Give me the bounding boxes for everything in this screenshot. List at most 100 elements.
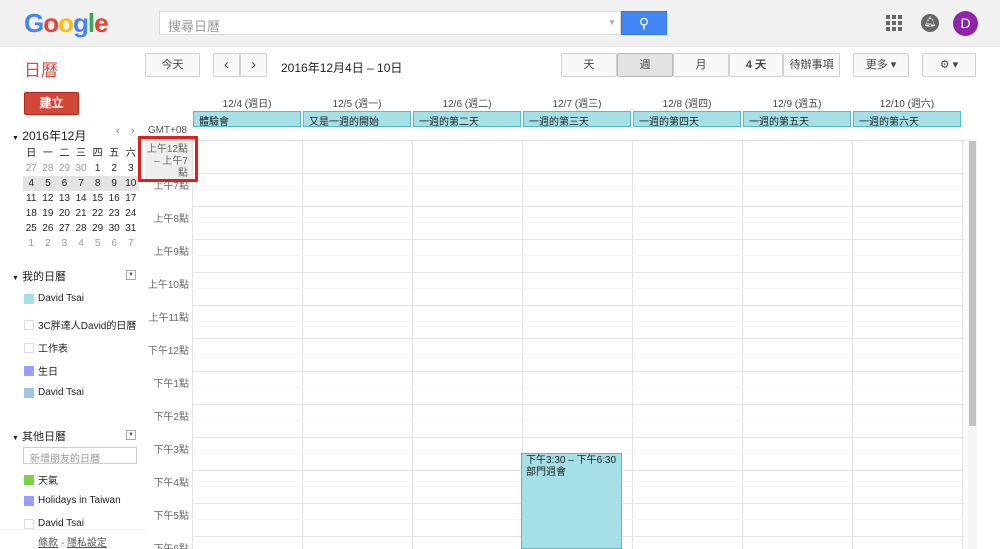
mini-day[interactable]: 26 xyxy=(40,221,57,236)
mini-day[interactable]: 7 xyxy=(122,236,139,251)
mini-day[interactable]: 5 xyxy=(40,176,57,191)
scrollbar-thumb[interactable] xyxy=(969,141,976,426)
mini-day[interactable]: 29 xyxy=(56,161,73,176)
mini-day[interactable]: 3 xyxy=(56,236,73,251)
other-calendars-header[interactable]: ▼ 其他日曆 xyxy=(12,428,66,444)
mini-day[interactable]: 11 xyxy=(23,191,40,206)
color-swatch-icon[interactable] xyxy=(24,387,34,398)
mini-day[interactable]: 3 xyxy=(122,161,139,176)
all-day-event[interactable]: 一週的第三天 xyxy=(523,111,631,128)
color-swatch-icon[interactable] xyxy=(24,495,34,506)
mini-day[interactable]: 30 xyxy=(106,221,123,236)
all-day-event[interactable]: 體驗會 xyxy=(193,111,301,128)
mini-day[interactable]: 9 xyxy=(106,176,123,191)
view-4days-button[interactable]: 4 天 xyxy=(729,53,783,77)
search-options-arrow-icon[interactable]: ▼ xyxy=(608,18,616,27)
all-day-event[interactable]: 一週的第四天 xyxy=(633,111,741,128)
mini-day[interactable]: 23 xyxy=(106,206,123,221)
mini-day[interactable]: 5 xyxy=(89,236,106,251)
more-button[interactable]: 更多 ▾ xyxy=(853,53,909,77)
mini-day[interactable]: 6 xyxy=(56,176,73,191)
day-header[interactable]: 12/4 (週日) xyxy=(192,95,302,110)
color-swatch-icon[interactable] xyxy=(24,342,34,353)
view-day-button[interactable]: 天 xyxy=(561,53,617,77)
mini-day[interactable]: 28 xyxy=(40,161,57,176)
mini-day[interactable]: 12 xyxy=(40,191,57,206)
color-swatch-icon[interactable] xyxy=(24,319,34,330)
mini-prev-icon[interactable]: ‹ xyxy=(116,125,120,137)
my-calendars-header[interactable]: ▼ 我的日曆 xyxy=(12,268,66,284)
dropdown-icon[interactable]: ▼ xyxy=(126,270,136,280)
event-department-meeting[interactable]: 下午3:30 – 下午6:30 部門週會 xyxy=(521,453,622,549)
google-logo[interactable]: Google xyxy=(24,8,109,39)
calendar-item[interactable]: David Tsai xyxy=(24,293,84,304)
day-header[interactable]: 12/5 (週一) xyxy=(302,95,412,110)
calendar-item[interactable]: 工作表 xyxy=(24,340,68,355)
next-week-button[interactable]: › xyxy=(240,53,267,77)
apps-grid-icon[interactable] xyxy=(886,15,902,31)
calendar-item[interactable]: Holidays in Taiwan xyxy=(24,495,121,506)
all-day-event[interactable]: 一週的第六天 xyxy=(853,111,961,128)
collapse-arrow-icon[interactable]: ▼ xyxy=(12,435,19,442)
mini-day[interactable]: 1 xyxy=(23,236,40,251)
day-header[interactable]: 12/8 (週四) xyxy=(632,95,742,110)
view-week-button[interactable]: 週 xyxy=(617,53,673,77)
color-swatch-icon[interactable] xyxy=(24,365,34,376)
mini-day[interactable]: 25 xyxy=(23,221,40,236)
dropdown-icon[interactable]: ▼ xyxy=(126,430,136,440)
mini-day[interactable]: 17 xyxy=(122,191,139,206)
mini-day[interactable]: 22 xyxy=(89,206,106,221)
mini-day[interactable]: 10 xyxy=(122,176,139,191)
all-day-event[interactable]: 又是一週的開始 xyxy=(303,111,411,128)
mini-day[interactable]: 2 xyxy=(106,161,123,176)
settings-gear-icon[interactable]: ⚙ ▾ xyxy=(922,53,976,77)
search-button[interactable]: ⚲ xyxy=(621,11,667,35)
today-button[interactable]: 今天 xyxy=(145,53,200,77)
add-friend-calendar-input[interactable]: 新增朋友的日曆 xyxy=(23,447,137,465)
collapse-arrow-icon[interactable]: ▼ xyxy=(12,275,19,282)
mini-day[interactable]: 8 xyxy=(89,176,106,191)
mini-day[interactable]: 27 xyxy=(23,161,40,176)
view-month-button[interactable]: 月 xyxy=(673,53,729,77)
color-swatch-icon[interactable] xyxy=(24,293,34,304)
calendar-item[interactable]: 生日 xyxy=(24,363,58,378)
mini-day[interactable]: 29 xyxy=(89,221,106,236)
day-header[interactable]: 12/7 (週三) xyxy=(522,95,632,110)
day-header[interactable]: 12/6 (週二) xyxy=(412,95,522,110)
mini-day[interactable]: 19 xyxy=(40,206,57,221)
mini-day[interactable]: 15 xyxy=(89,191,106,206)
all-day-event[interactable]: 一週的第二天 xyxy=(413,111,521,128)
day-header[interactable]: 12/9 (週五) xyxy=(742,95,852,110)
privacy-link[interactable]: 隱私設定 xyxy=(67,538,107,549)
mini-day[interactable]: 1 xyxy=(89,161,106,176)
mini-day[interactable]: 20 xyxy=(56,206,73,221)
create-button[interactable]: 建立 xyxy=(24,92,79,115)
avatar[interactable]: D xyxy=(953,11,978,36)
mini-day[interactable]: 18 xyxy=(23,206,40,221)
prev-week-button[interactable]: ‹ xyxy=(213,53,240,77)
mini-day[interactable]: 13 xyxy=(56,191,73,206)
mini-day[interactable]: 7 xyxy=(73,176,90,191)
mini-day[interactable]: 27 xyxy=(56,221,73,236)
mini-next-icon[interactable]: › xyxy=(131,125,135,137)
view-agenda-button[interactable]: 待辦事項 xyxy=(783,53,840,77)
calendar-item[interactable]: David Tsai xyxy=(24,387,84,398)
color-swatch-icon[interactable] xyxy=(24,474,34,485)
collapse-arrow-icon[interactable]: ▼ xyxy=(12,135,19,142)
calendar-item[interactable]: 3C胖達人David的日曆 xyxy=(24,317,136,332)
mini-day[interactable]: 21 xyxy=(73,206,90,221)
notifications-bell-icon[interactable]: 🔔︎ xyxy=(921,14,939,32)
mini-day[interactable]: 31 xyxy=(122,221,139,236)
calendar-item[interactable]: 天氣 xyxy=(24,472,58,487)
mini-calendar-title[interactable]: ▼ 2016年12月 xyxy=(12,127,86,144)
mini-day[interactable]: 6 xyxy=(106,236,123,251)
mini-day[interactable]: 28 xyxy=(73,221,90,236)
all-day-event[interactable]: 一週的第五天 xyxy=(743,111,851,128)
mini-day[interactable]: 2 xyxy=(40,236,57,251)
day-header[interactable]: 12/10 (週六) xyxy=(852,95,962,110)
calendar-item[interactable]: David Tsai xyxy=(24,518,84,529)
mini-day[interactable]: 14 xyxy=(73,191,90,206)
search-input[interactable]: 搜尋日曆 xyxy=(159,11,621,35)
mini-day[interactable]: 24 xyxy=(122,206,139,221)
color-swatch-icon[interactable] xyxy=(24,518,34,529)
